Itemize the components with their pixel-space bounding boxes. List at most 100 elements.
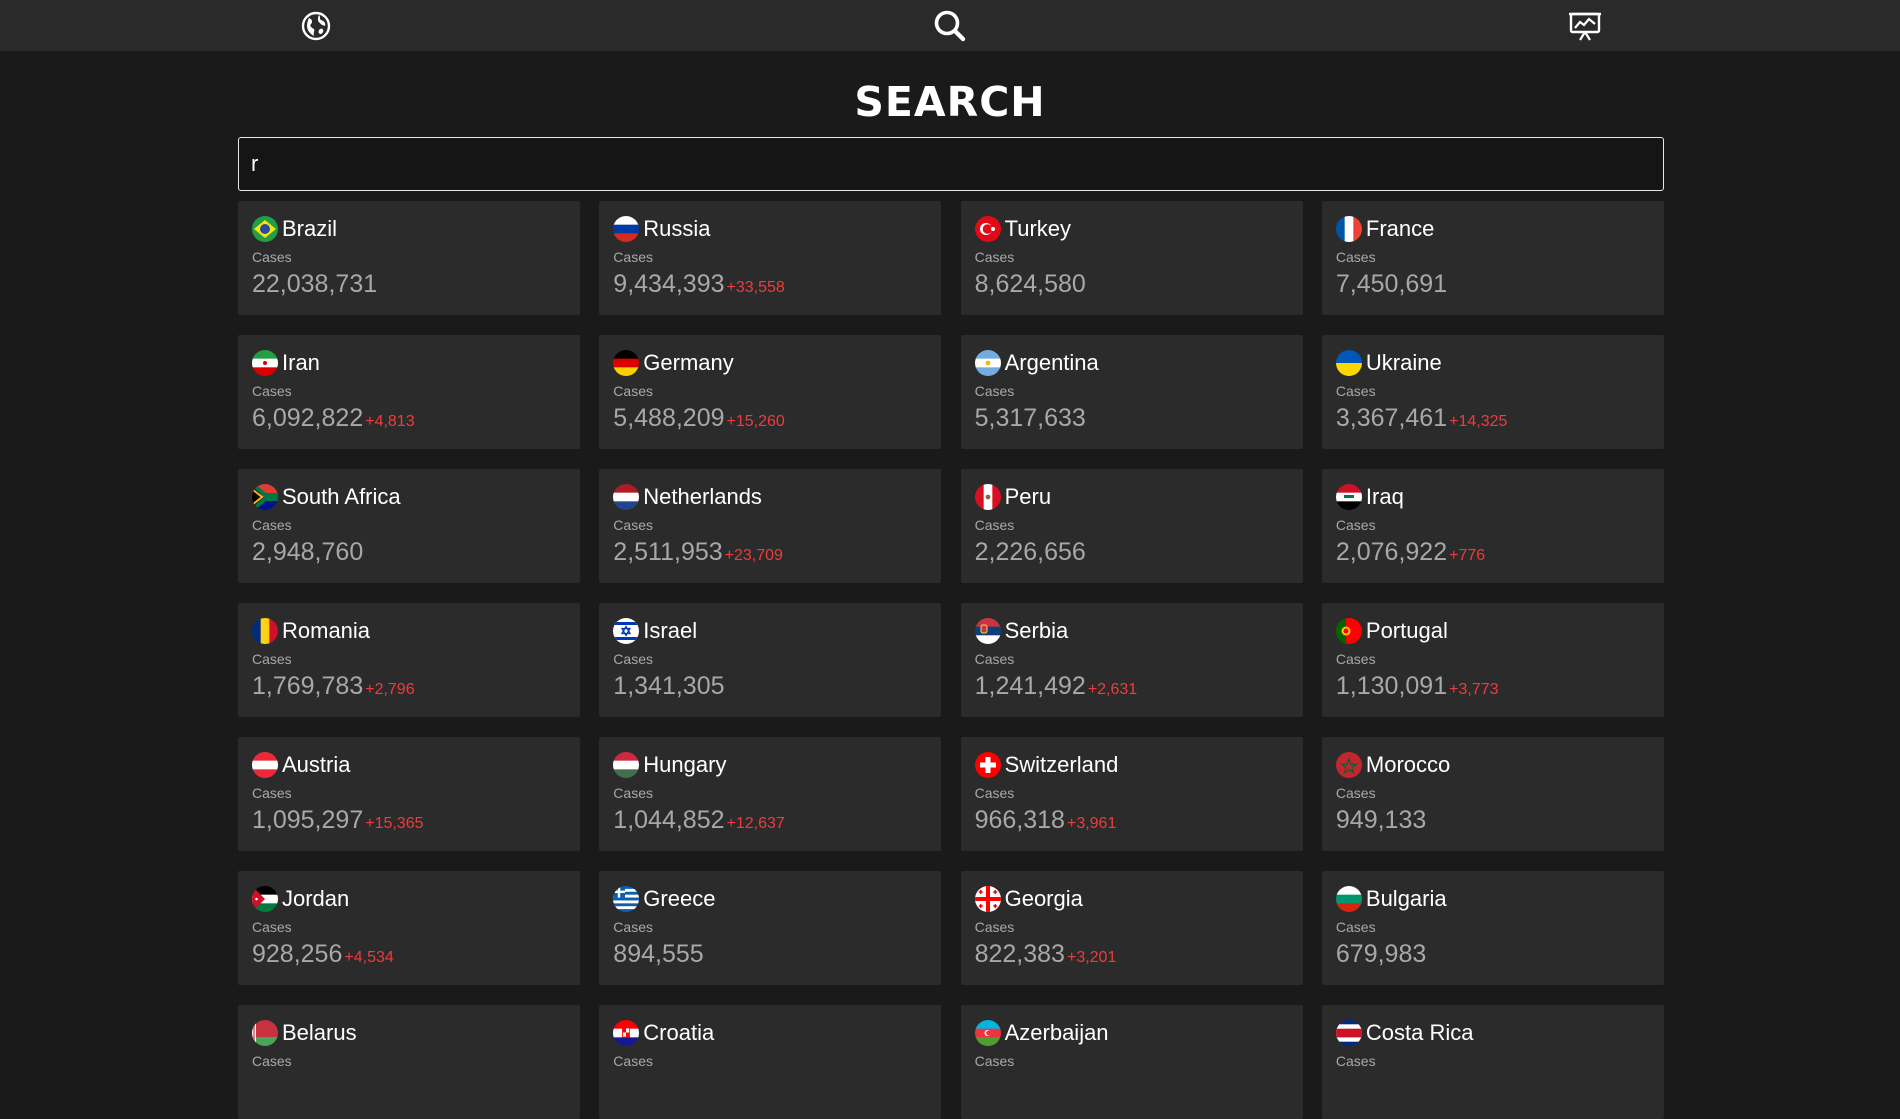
card-header: Iraq bbox=[1335, 483, 1650, 511]
country-card[interactable]: France Cases 7,450,691 bbox=[1321, 201, 1664, 315]
country-card[interactable]: Greece Cases 894,555 bbox=[599, 871, 942, 985]
cases-value: 5,488,209 bbox=[613, 404, 725, 432]
cases-row: 2,948,760 bbox=[252, 538, 566, 567]
country-card[interactable]: Russia Cases 9,434,393 +33,558 bbox=[599, 201, 942, 315]
country-card[interactable]: Morocco Cases 949,133 bbox=[1321, 737, 1664, 851]
country-card[interactable]: Costa Rica Cases bbox=[1321, 1005, 1664, 1119]
country-name: Netherlands bbox=[643, 484, 762, 509]
country-name: Iran bbox=[282, 350, 320, 375]
country-name: Romania bbox=[282, 618, 371, 643]
page-title: SEARCH bbox=[854, 78, 1046, 126]
cases-label: Cases bbox=[1335, 785, 1376, 801]
cases-row: 822,383 +3,201 bbox=[975, 940, 1289, 969]
globe-icon[interactable] bbox=[296, 6, 336, 46]
country-card[interactable]: Argentina Cases 5,317,633 bbox=[960, 335, 1303, 449]
cases-label: Cases bbox=[613, 517, 653, 533]
cases-delta: +4,534 bbox=[344, 949, 394, 966]
country-card[interactable]: Bulgaria Cases 679,983 bbox=[1321, 871, 1664, 985]
country-card[interactable]: Hungary Cases 1,044,852 +12,637 bbox=[599, 737, 942, 851]
country-name: Bulgaria bbox=[1365, 886, 1447, 911]
cases-value: 2,948,760 bbox=[252, 538, 364, 566]
cases-value: 928,256 bbox=[252, 940, 343, 968]
country-card[interactable]: Turkey Cases 8,624,580 bbox=[960, 201, 1303, 315]
cases-delta: +23,709 bbox=[724, 547, 783, 564]
cases-label: Cases bbox=[252, 517, 292, 533]
cases-value: 1,241,492 bbox=[974, 672, 1086, 700]
cases-row: 7,450,691 bbox=[1336, 270, 1650, 299]
flag-ukraine-icon bbox=[1335, 350, 1362, 376]
cases-row: 894,555 bbox=[613, 940, 927, 969]
country-card[interactable]: Austria Cases 1,095,297 +15,365 bbox=[238, 737, 580, 851]
card-header: Romania bbox=[252, 617, 566, 645]
country-card[interactable]: Portugal Cases 1,130,091 +3,773 bbox=[1321, 603, 1664, 717]
flag-romania-icon bbox=[252, 618, 278, 644]
cases-value: 1,044,852 bbox=[613, 806, 725, 834]
country-card[interactable]: Iran Cases 6,092,822 +4,813 bbox=[238, 335, 580, 449]
cases-value: 5,317,633 bbox=[974, 404, 1086, 432]
search-input[interactable] bbox=[238, 137, 1664, 191]
cases-row: 1,241,492 +2,631 bbox=[975, 672, 1289, 701]
cases-value: 8,624,580 bbox=[974, 270, 1086, 298]
cases-label: Cases bbox=[974, 651, 1015, 667]
flag-iran-icon bbox=[252, 350, 278, 376]
cases-row: 22,038,731 bbox=[252, 270, 566, 299]
card-header: Jordan bbox=[252, 885, 566, 913]
country-card[interactable]: Romania Cases 1,769,783 +2,796 bbox=[238, 603, 580, 717]
country-name: Austria bbox=[282, 752, 351, 777]
cases-row: 6,092,822 +4,813 bbox=[252, 404, 566, 433]
cases-value: 7,450,691 bbox=[1335, 270, 1448, 298]
country-card[interactable]: Iraq Cases 2,076,922 +776 bbox=[1321, 469, 1664, 583]
country-card[interactable]: Germany Cases 5,488,209 +15,260 bbox=[599, 335, 942, 449]
country-name: Azerbaijan bbox=[1004, 1020, 1109, 1045]
search-icon[interactable] bbox=[930, 6, 970, 46]
country-card[interactable]: Brazil Cases 22,038,731 bbox=[238, 201, 580, 315]
cases-value: 2,511,953 bbox=[613, 538, 723, 566]
flag-hungary-icon bbox=[613, 752, 640, 778]
cases-label: Cases bbox=[1335, 919, 1376, 935]
country-name: Switzerland bbox=[1004, 752, 1119, 777]
flag-peru-icon bbox=[974, 484, 1001, 510]
country-card[interactable]: Azerbaijan Cases bbox=[960, 1005, 1303, 1119]
cases-label: Cases bbox=[252, 919, 292, 935]
cases-row: 9,434,393 +33,558 bbox=[613, 270, 927, 299]
country-card[interactable]: Jordan Cases 928,256 +4,534 bbox=[238, 871, 580, 985]
country-name: Costa Rica bbox=[1365, 1020, 1474, 1045]
country-name: Turkey bbox=[1004, 216, 1072, 241]
cases-label: Cases bbox=[252, 1053, 292, 1069]
cases-delta: +3,961 bbox=[1066, 815, 1117, 832]
cases-label: Cases bbox=[1335, 1053, 1376, 1069]
cases-value: 822,383 bbox=[974, 940, 1065, 968]
country-name: Germany bbox=[643, 350, 734, 375]
country-card[interactable]: Serbia Cases 1,241,492 +2,631 bbox=[960, 603, 1303, 717]
country-card[interactable]: Peru Cases 2,226,656 bbox=[960, 469, 1303, 583]
country-name: Ukraine bbox=[1365, 350, 1442, 375]
card-header: Ukraine bbox=[1335, 349, 1650, 377]
flag-austria-icon bbox=[252, 752, 278, 778]
cases-label: Cases bbox=[252, 785, 292, 801]
card-header: Peru bbox=[974, 483, 1289, 511]
country-card[interactable]: Georgia Cases 822,383 +3,201 bbox=[960, 871, 1303, 985]
search-bar bbox=[238, 137, 1664, 191]
country-card[interactable]: Netherlands Cases 2,511,953 +23,709 bbox=[599, 469, 942, 583]
flag-iraq-icon bbox=[1335, 484, 1362, 510]
cases-row bbox=[1336, 1074, 1650, 1103]
country-name: Serbia bbox=[1004, 618, 1069, 643]
cases-row bbox=[252, 1074, 566, 1103]
chart-presentation-icon[interactable] bbox=[1565, 6, 1605, 46]
country-card[interactable]: Belarus Cases bbox=[238, 1005, 580, 1119]
cases-label: Cases bbox=[613, 383, 653, 399]
flag-jordan-icon bbox=[252, 886, 278, 912]
country-card[interactable]: South Africa Cases 2,948,760 bbox=[238, 469, 580, 583]
card-header: Greece bbox=[613, 885, 927, 913]
country-card[interactable]: Switzerland Cases 966,318 +3,961 bbox=[960, 737, 1303, 851]
country-card[interactable]: Israel Cases 1,341,305 bbox=[599, 603, 942, 717]
cases-row: 5,317,633 bbox=[975, 404, 1289, 433]
country-card[interactable]: Ukraine Cases 3,367,461 +14,325 bbox=[1321, 335, 1664, 449]
cases-row bbox=[613, 1074, 927, 1103]
cases-row bbox=[975, 1074, 1289, 1103]
cases-label: Cases bbox=[974, 1053, 1015, 1069]
cases-delta: +15,260 bbox=[726, 413, 785, 430]
flag-netherlands-icon bbox=[613, 484, 640, 510]
card-header: Portugal bbox=[1335, 617, 1650, 645]
country-card[interactable]: Croatia Cases bbox=[599, 1005, 942, 1119]
